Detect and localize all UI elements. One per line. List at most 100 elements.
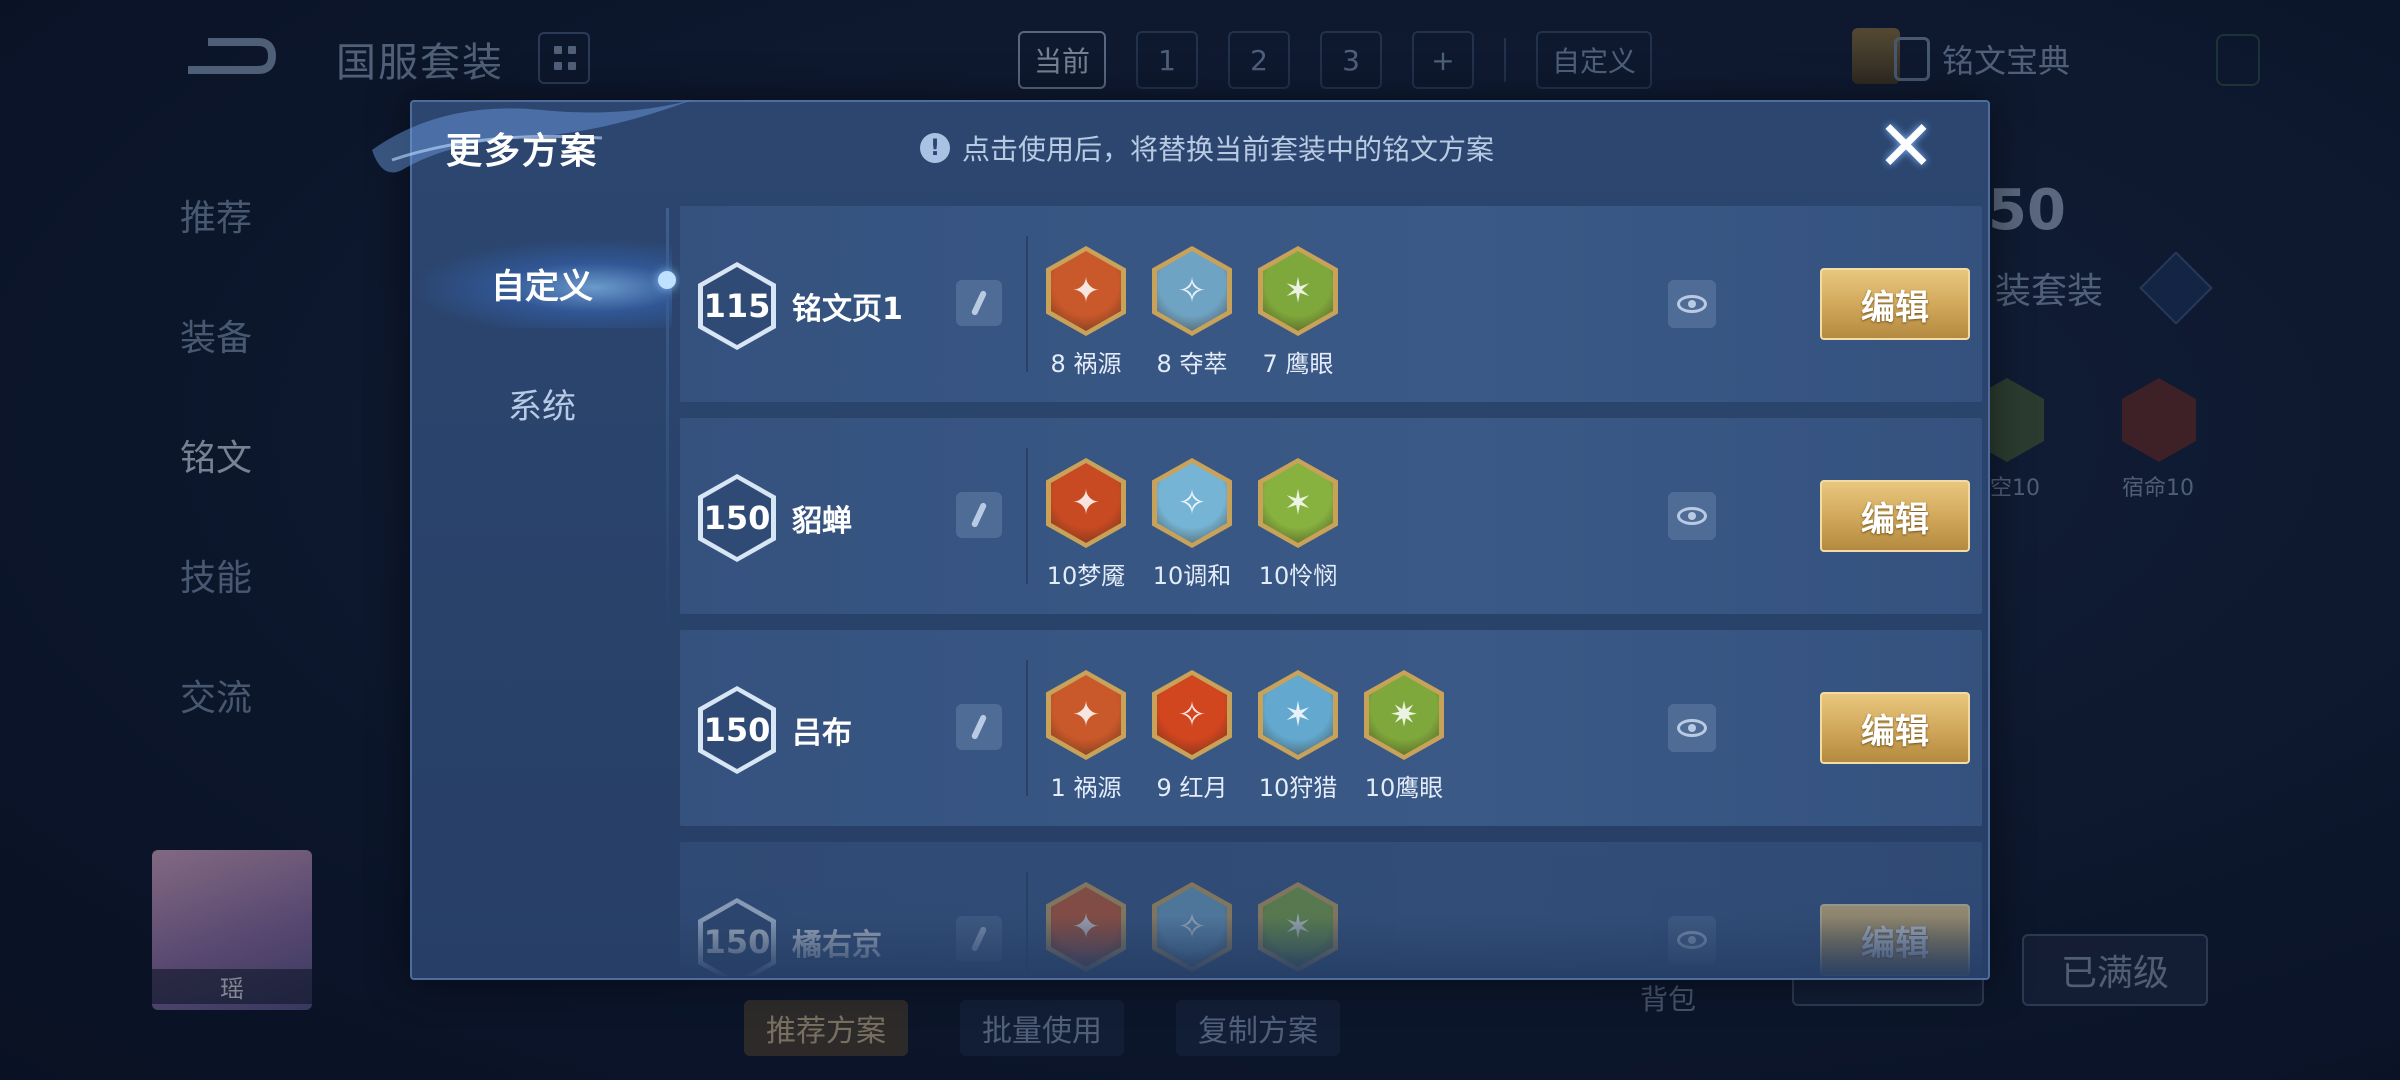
grid-icon[interactable] [538, 32, 590, 84]
card-icon[interactable] [1852, 28, 1900, 84]
rune-label: 10调和 [1152, 562, 1232, 590]
tab-indicator-dot [658, 271, 676, 289]
level-badge: 150 [698, 474, 776, 562]
rune-label: 1 祸源 [1050, 774, 1122, 802]
hero-avatar[interactable]: 瑶 [152, 850, 312, 1010]
divider [1026, 448, 1028, 584]
recommend-plan-button[interactable]: 推荐方案 [744, 1000, 908, 1056]
network-icon [2216, 34, 2260, 86]
rune-label: 9 红月 [1156, 774, 1228, 802]
back-button[interactable] [178, 30, 278, 86]
rune-emblem-icon: ✦ [1051, 675, 1121, 755]
pencil-icon [970, 289, 988, 317]
edit-button[interactable]: 编辑 [1820, 268, 1970, 340]
tab-2[interactable]: 2 [1228, 31, 1291, 89]
preview-button[interactable] [1668, 280, 1716, 328]
suit-label: 装套装 [1995, 271, 2104, 312]
rune-list: ✦ 8 祸源 ✧ 8 夺萃 ✶ 7 鹰眼 [1046, 246, 1338, 379]
rename-button[interactable] [956, 280, 1002, 326]
tab-custom[interactable]: 自定义 [1536, 31, 1653, 89]
tab-1[interactable]: 1 [1136, 31, 1199, 89]
rename-button[interactable] [956, 492, 1002, 538]
rune-label: 8 祸源 [1050, 350, 1122, 378]
plan-row[interactable]: 115 铭文页1 ✦ 8 祸源 ✧ 8 夺萃 ✶ 7 鹰眼 编辑 [680, 206, 1982, 402]
rune-icon: ✧ [1152, 246, 1232, 336]
codex-button[interactable]: 铭文宝典 [1893, 36, 2070, 82]
plan-row[interactable]: 150 貂蝉 ✦ 10梦魇 ✧ 10调和 ✶ 10怜悯 编辑 [680, 418, 1982, 614]
rune-emblem-icon: ✶ [1263, 463, 1333, 543]
tab-3[interactable]: 3 [1320, 31, 1383, 89]
rune-item: ✶ 7 鹰眼 [1258, 246, 1338, 379]
divider [1026, 236, 1028, 372]
rename-button[interactable] [956, 916, 1002, 962]
rune-emblem-icon: ✧ [1157, 251, 1227, 331]
nav-recommend[interactable]: 推荐 [180, 155, 252, 275]
more-plans-modal: 更多方案 ! 点击使用后，将替换当前套装中的铭文方案 ✕ 自定义 系统 115 … [372, 100, 1990, 980]
rune-item: ✧ 10调和 [1152, 458, 1232, 591]
rune-item: ✧ 8 夺萃 [1152, 246, 1232, 379]
rune-item: ✦ [1046, 882, 1126, 976]
tab-add[interactable]: + [1412, 31, 1475, 89]
rune-icon: ✧ [1152, 882, 1232, 972]
rune-emblem-icon: ✧ [1157, 887, 1227, 967]
preview-button[interactable] [1668, 704, 1716, 752]
rune-label: 7 鹰眼 [1262, 350, 1334, 378]
pencil-icon [970, 925, 988, 953]
rune-icon: ✦ [1046, 246, 1126, 336]
rune-label: 10怜悯 [1258, 562, 1338, 590]
eye-icon [1677, 295, 1707, 313]
rune-item: ✶ 10狩猎 [1258, 670, 1338, 803]
rune-emblem-icon: ✷ [1369, 675, 1439, 755]
edit-button[interactable]: 编辑 [1820, 692, 1970, 764]
nav-skill[interactable]: 技能 [180, 515, 252, 635]
preview-button[interactable] [1668, 916, 1716, 964]
rune-icon: ✦ [1046, 670, 1126, 760]
rune-emblem-icon: ✶ [1263, 675, 1333, 755]
nav-exchange[interactable]: 交流 [180, 635, 252, 755]
plan-row[interactable]: 150 吕布 ✦ 1 祸源 ✧ 9 红月 ✶ 10狩猎 ✷ 10鹰眼 编辑 [680, 630, 1982, 826]
tab-current[interactable]: 当前 [1018, 31, 1107, 89]
plan-row[interactable]: 150 橘右京 ✦ ✧ ✶ 编辑 [680, 842, 1982, 976]
nav-rune[interactable]: 铭文 [180, 395, 252, 515]
rune-item: ✧ [1152, 882, 1232, 976]
batch-use-button[interactable]: 批量使用 [960, 1000, 1124, 1056]
bag-label[interactable]: 背包 [1640, 978, 1696, 1018]
plan-category-tabs: 自定义 系统 [412, 208, 676, 708]
suit-tabs: 当前 1 2 3 + 自定义 [1018, 30, 1653, 90]
rune-item: ✷ 10鹰眼 [1364, 670, 1444, 803]
rune-emblem-icon: ✦ [1051, 463, 1121, 543]
nav-equipment[interactable]: 装备 [180, 275, 252, 395]
rune-emblem-icon: ✦ [1051, 251, 1121, 331]
rename-button[interactable] [956, 704, 1002, 750]
plan-list[interactable]: 115 铭文页1 ✦ 8 祸源 ✧ 8 夺萃 ✶ 7 鹰眼 编辑 150 貂蝉 ✦ 10梦魇… [680, 206, 1982, 976]
edit-button[interactable]: 编辑 [1820, 904, 1970, 976]
rune-emblem-icon: ✧ [1157, 675, 1227, 755]
bottom-actions: 推荐方案 批量使用 复制方案 [744, 1000, 1340, 1056]
tab-system-plans[interactable]: 系统 [412, 358, 672, 448]
copy-plan-button[interactable]: 复制方案 [1176, 1000, 1340, 1056]
rune-item: ✦ 10梦魇 [1046, 458, 1126, 591]
divider [1026, 872, 1028, 976]
maxed-button[interactable]: 已满级 [2022, 934, 2208, 1006]
plan-name: 貂蝉 [792, 504, 852, 539]
edit-button[interactable]: 编辑 [1820, 480, 1970, 552]
rune-emblem-icon: ✶ [1263, 251, 1333, 331]
bg-rune-icon [2122, 378, 2196, 462]
preview-button[interactable] [1668, 492, 1716, 540]
level-badge: 150 [698, 686, 776, 774]
rune-item: ✶ 10怜悯 [1258, 458, 1338, 591]
tab-custom-plans[interactable]: 自定义 [412, 238, 672, 328]
usage-hint: ! 点击使用后，将替换当前套装中的铭文方案 [920, 128, 1494, 168]
rune-item: ✶ [1258, 882, 1338, 976]
bg-rune-label: 空10 [1990, 476, 2040, 501]
modal-title: 更多方案 [446, 131, 599, 172]
pencil-icon [970, 501, 988, 529]
pencil-icon [970, 713, 988, 741]
rune-emblem-icon: ✶ [1263, 887, 1333, 967]
suit-title: 国服套装 [336, 40, 504, 86]
rune-icon: ✧ [1152, 670, 1232, 760]
list-icon[interactable] [2139, 251, 2213, 325]
close-button[interactable]: ✕ [1874, 111, 1938, 181]
rune-emblem-icon: ✦ [1051, 887, 1121, 967]
plan-name: 橘右京 [792, 928, 882, 963]
